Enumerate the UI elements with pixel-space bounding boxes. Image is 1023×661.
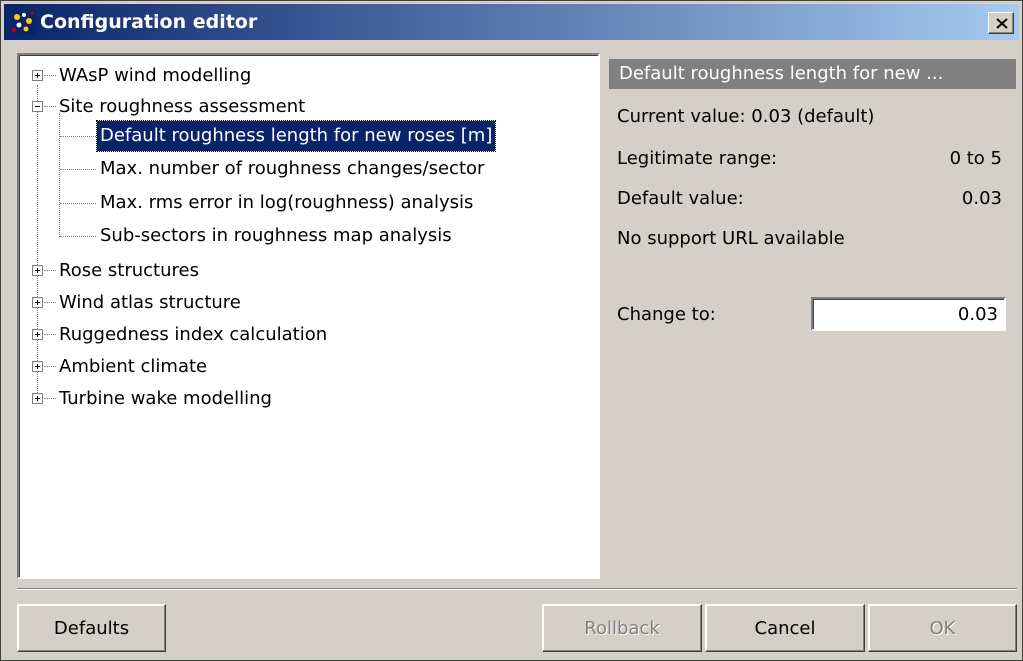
tree-connector: [60, 136, 96, 137]
config-tree[interactable]: WAsP wind modelling Site roughness asses…: [17, 53, 600, 579]
tree-item-turbine-wake-modelling[interactable]: Turbine wake modelling: [59, 384, 272, 414]
tree-item-wasp-wind-modelling[interactable]: WAsP wind modelling: [59, 61, 251, 91]
details-title: Default roughness length for new ...: [609, 59, 1016, 89]
rollback-button[interactable]: Rollback: [542, 604, 702, 652]
legitimate-range-label: Legitimate range:: [617, 148, 778, 169]
tree-connector: [44, 366, 56, 367]
default-value-label: Default value:: [617, 188, 744, 209]
tree-connector: [44, 398, 56, 399]
tree-child-line: [59, 113, 60, 237]
window-title: Configuration editor: [40, 11, 258, 33]
tree-connector: [44, 302, 56, 303]
tree-connector: [44, 270, 56, 271]
tree-connector: [44, 75, 56, 76]
tree-connector: [44, 334, 56, 335]
tree-item-site-roughness-assessment[interactable]: Site roughness assessment: [59, 92, 305, 122]
default-value-value: 0.03: [961, 188, 1002, 209]
cancel-button[interactable]: Cancel: [705, 604, 865, 652]
legitimate-range-value: 0 to 5: [949, 148, 1002, 169]
tree-connector: [44, 106, 56, 107]
tree-connector: [60, 203, 96, 204]
tree-root-line: [37, 85, 38, 399]
title-bar[interactable]: Configuration editor: [4, 4, 1019, 40]
tree-connector: [60, 169, 96, 170]
tree-item-ruggedness-index[interactable]: Ruggedness index calculation: [59, 320, 327, 350]
expand-icon[interactable]: [32, 265, 43, 276]
support-url-text: No support URL available: [617, 228, 845, 249]
collapse-icon[interactable]: [32, 101, 43, 112]
change-to-label: Change to:: [617, 304, 716, 325]
configuration-editor-window: Configuration editor WAsP wind modelling…: [0, 0, 1023, 661]
tree-item-default-roughness-length[interactable]: Default roughness length for new roses […: [95, 120, 497, 152]
expand-icon[interactable]: [32, 361, 43, 372]
tree-item-rose-structures[interactable]: Rose structures: [59, 256, 199, 286]
expand-icon[interactable]: [32, 70, 43, 81]
tree-item-max-rms-error[interactable]: Max. rms error in log(roughness) analysi…: [100, 188, 473, 218]
close-button[interactable]: [988, 12, 1014, 34]
defaults-button[interactable]: Defaults: [17, 604, 166, 652]
tree-item-wind-atlas-structure[interactable]: Wind atlas structure: [59, 288, 241, 318]
tree-connector: [60, 236, 96, 237]
expand-icon[interactable]: [32, 329, 43, 340]
expand-icon[interactable]: [32, 297, 43, 308]
tree-item-ambient-climate[interactable]: Ambient climate: [59, 352, 207, 382]
current-value-text: Current value: 0.03 (default): [617, 106, 875, 127]
separator-highlight: [17, 589, 1017, 590]
wasp-app-icon: [10, 10, 36, 34]
ok-button[interactable]: OK: [868, 604, 1017, 652]
tree-item-max-roughness-changes[interactable]: Max. number of roughness changes/sector: [100, 154, 484, 184]
tree-item-sub-sectors[interactable]: Sub-sectors in roughness map analysis: [100, 221, 452, 251]
change-to-input[interactable]: [811, 297, 1006, 331]
expand-icon[interactable]: [32, 393, 43, 404]
